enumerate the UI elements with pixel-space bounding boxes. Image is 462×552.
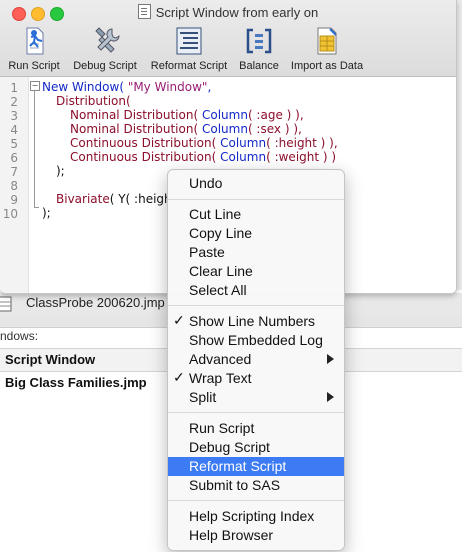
reformat-script-icon bbox=[176, 27, 202, 55]
line-number-gutter: 1 2 3 4 5 6 7 8 9 10 bbox=[0, 77, 29, 293]
window-list-header-label: Script Window bbox=[5, 352, 96, 367]
title-bar: Script Window from early on Run Script D… bbox=[0, 0, 456, 77]
reformat-script-button[interactable]: Reformat Script bbox=[145, 26, 233, 74]
window-title: Script Window from early on bbox=[0, 4, 456, 20]
menu-item-show-embedded-log[interactable]: Show Embedded Log bbox=[168, 331, 344, 350]
window-list-item[interactable]: Big Class Families.jmp bbox=[5, 375, 147, 390]
menu-separator bbox=[168, 500, 344, 501]
line-number: 10 bbox=[2, 207, 18, 221]
menu-item-cut-line[interactable]: Cut Line bbox=[168, 205, 344, 224]
code-line-1: New Window( "My Window", bbox=[42, 80, 212, 94]
line-number: 3 bbox=[10, 109, 18, 123]
menu-separator bbox=[168, 305, 344, 306]
menu-item-paste[interactable]: Paste bbox=[168, 243, 344, 262]
code-line-2: Distribution( bbox=[56, 94, 131, 108]
menu-separator bbox=[168, 412, 344, 413]
submenu-arrow-icon bbox=[327, 392, 334, 402]
menu-item-submit-to-sas[interactable]: Submit to SAS bbox=[168, 476, 344, 495]
code-line-10: ); bbox=[42, 206, 51, 220]
code-line-7: ); bbox=[56, 164, 65, 178]
line-number: 6 bbox=[10, 151, 18, 165]
fold-toggle[interactable]: − bbox=[30, 81, 40, 91]
context-menu: Undo Cut Line Copy Line Paste Clear Line… bbox=[167, 169, 345, 551]
line-number: 8 bbox=[10, 179, 18, 193]
balance-button[interactable]: Balance bbox=[236, 26, 282, 74]
code-line-3: Nominal Distribution( Column( :age ) ), bbox=[70, 108, 304, 122]
menu-item-debug-script[interactable]: Debug Script bbox=[168, 438, 344, 457]
code-line-5: Continuous Distribution( Column( :height… bbox=[70, 136, 338, 150]
line-number: 2 bbox=[10, 95, 18, 109]
run-script-button[interactable]: Run Script bbox=[4, 26, 64, 74]
menu-item-show-line-numbers[interactable]: ✓ Show Line Numbers bbox=[168, 312, 344, 331]
submenu-arrow-icon bbox=[327, 354, 334, 364]
window-title-text: Script Window from early on bbox=[155, 5, 319, 20]
menu-item-advanced[interactable]: Advanced bbox=[168, 350, 344, 369]
line-number: 7 bbox=[10, 165, 18, 179]
debug-script-button[interactable]: Debug Script bbox=[68, 26, 142, 74]
run-script-label: Run Script bbox=[8, 60, 60, 72]
debug-script-icon bbox=[95, 27, 120, 53]
probe-file-name: ClassProbe 200620.jmp bbox=[26, 295, 165, 310]
code-line-4: Nominal Distribution( Column( :sex ) ), bbox=[70, 122, 302, 136]
import-data-icon bbox=[317, 27, 337, 55]
checkmark-icon: ✓ bbox=[173, 369, 185, 385]
code-line-6: Continuous Distribution( Column( :weight… bbox=[70, 150, 337, 164]
menu-item-reformat-script[interactable]: Reformat Script bbox=[168, 457, 344, 476]
checkmark-icon: ✓ bbox=[173, 312, 185, 328]
line-number: 4 bbox=[10, 123, 18, 137]
menu-separator bbox=[168, 199, 344, 200]
script-document-icon bbox=[137, 4, 151, 19]
menu-item-help-scripting-index[interactable]: Help Scripting Index bbox=[168, 507, 344, 526]
menu-item-undo[interactable]: Undo bbox=[168, 174, 344, 193]
balance-label: Balance bbox=[239, 60, 279, 72]
fold-bracket bbox=[34, 91, 39, 208]
menu-item-select-all[interactable]: Select All bbox=[168, 281, 344, 300]
balance-icon bbox=[246, 28, 272, 54]
menu-item-split[interactable]: Split bbox=[168, 388, 344, 407]
debug-script-label: Debug Script bbox=[73, 60, 137, 72]
line-number: 9 bbox=[10, 193, 18, 207]
import-as-data-label: Import as Data bbox=[290, 60, 364, 72]
menu-item-clear-line[interactable]: Clear Line bbox=[168, 262, 344, 281]
run-script-icon bbox=[26, 27, 44, 55]
menu-item-run-script[interactable]: Run Script bbox=[168, 419, 344, 438]
menu-item-wrap-text[interactable]: ✓ Wrap Text bbox=[168, 369, 344, 388]
code-line-9: Bivariate( Y( :heigh bbox=[56, 192, 172, 206]
line-number: 1 bbox=[10, 81, 18, 95]
menu-item-copy-line[interactable]: Copy Line bbox=[168, 224, 344, 243]
menu-item-help-browser[interactable]: Help Browser bbox=[168, 526, 344, 545]
import-as-data-button[interactable]: Import as Data bbox=[286, 26, 368, 74]
windows-label: ndows: bbox=[0, 329, 39, 343]
data-table-icon bbox=[0, 296, 12, 312]
reformat-script-label: Reformat Script bbox=[150, 60, 228, 72]
line-number: 5 bbox=[10, 137, 18, 151]
